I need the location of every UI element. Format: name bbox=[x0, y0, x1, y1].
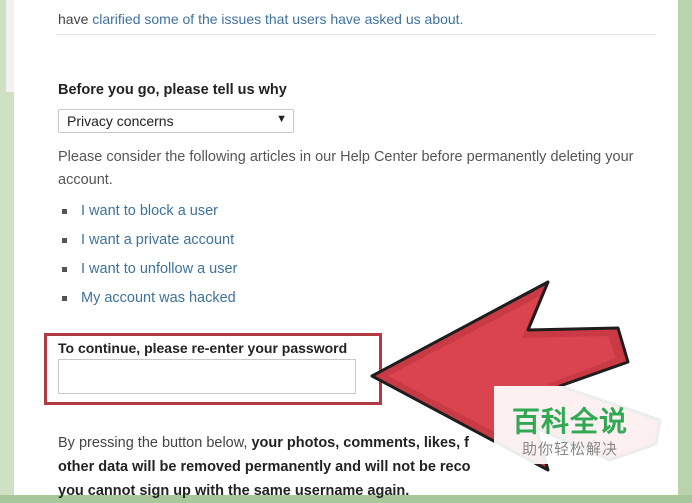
watermark: 百科全说 助你轻松解决 bbox=[494, 386, 670, 464]
watermark-subtitle: 助你轻松解决 bbox=[522, 440, 619, 458]
watermark-title: 百科全说 bbox=[512, 405, 629, 438]
